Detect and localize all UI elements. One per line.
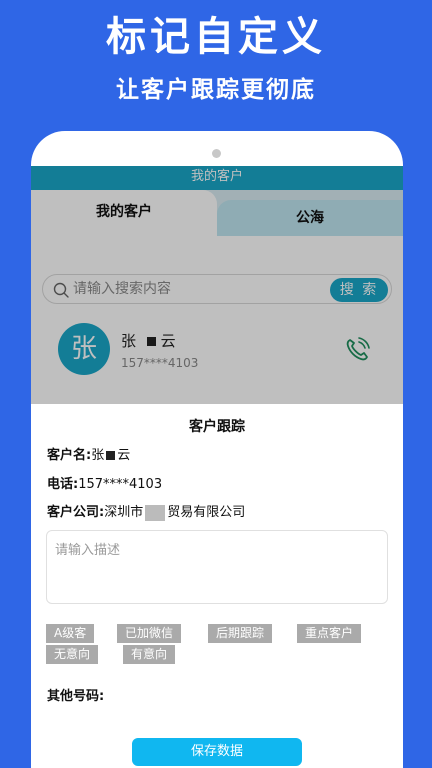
redaction-mark [106, 451, 116, 460]
company-field: 客户公司:深圳市 贸易有限公司 [47, 501, 245, 521]
tag-wechat-added[interactable]: 已加微信 [117, 624, 182, 643]
customer-name-first-value: 张 [91, 448, 105, 463]
customer-name-last-value: 云 [117, 448, 131, 463]
other-numbers-label: 其他号码: [47, 689, 105, 704]
tag-interested[interactable]: 有意向 [123, 645, 176, 664]
promo-title: 标记自定义 [106, 14, 326, 60]
phone-field: 电话:157****4103 [47, 473, 162, 492]
description-input[interactable] [46, 530, 388, 604]
sheet-title: 客户跟踪 [189, 419, 245, 435]
promo-subtitle: 让客户跟踪更彻底 [116, 77, 316, 103]
tracking-sheet: 客户跟踪 客户名:张云 电话:157****4103 客户公司:深圳市 贸易有限公… [31, 404, 403, 768]
tag-follow-up[interactable]: 后期跟踪 [208, 624, 273, 643]
company-prefix: 深圳市 [104, 505, 144, 520]
phone-label: 电话: [47, 477, 79, 492]
tag-a-level[interactable]: A级客 [46, 624, 95, 643]
modal-dim-overlay[interactable] [31, 166, 403, 410]
save-button[interactable]: 保存数据 [132, 738, 302, 766]
tag-key-customer[interactable]: 重点客户 [297, 624, 362, 643]
customer-name-label: 客户名: [47, 448, 92, 463]
camera-dot [212, 149, 221, 158]
company-label: 客户公司: [47, 505, 105, 520]
company-suffix: 贸易有限公司 [167, 505, 246, 520]
phone-value: 157****4103 [78, 477, 163, 492]
tag-not-interested[interactable]: 无意向 [46, 645, 99, 664]
redaction-block [145, 504, 166, 521]
customer-name-field: 客户名:张云 [47, 444, 130, 463]
